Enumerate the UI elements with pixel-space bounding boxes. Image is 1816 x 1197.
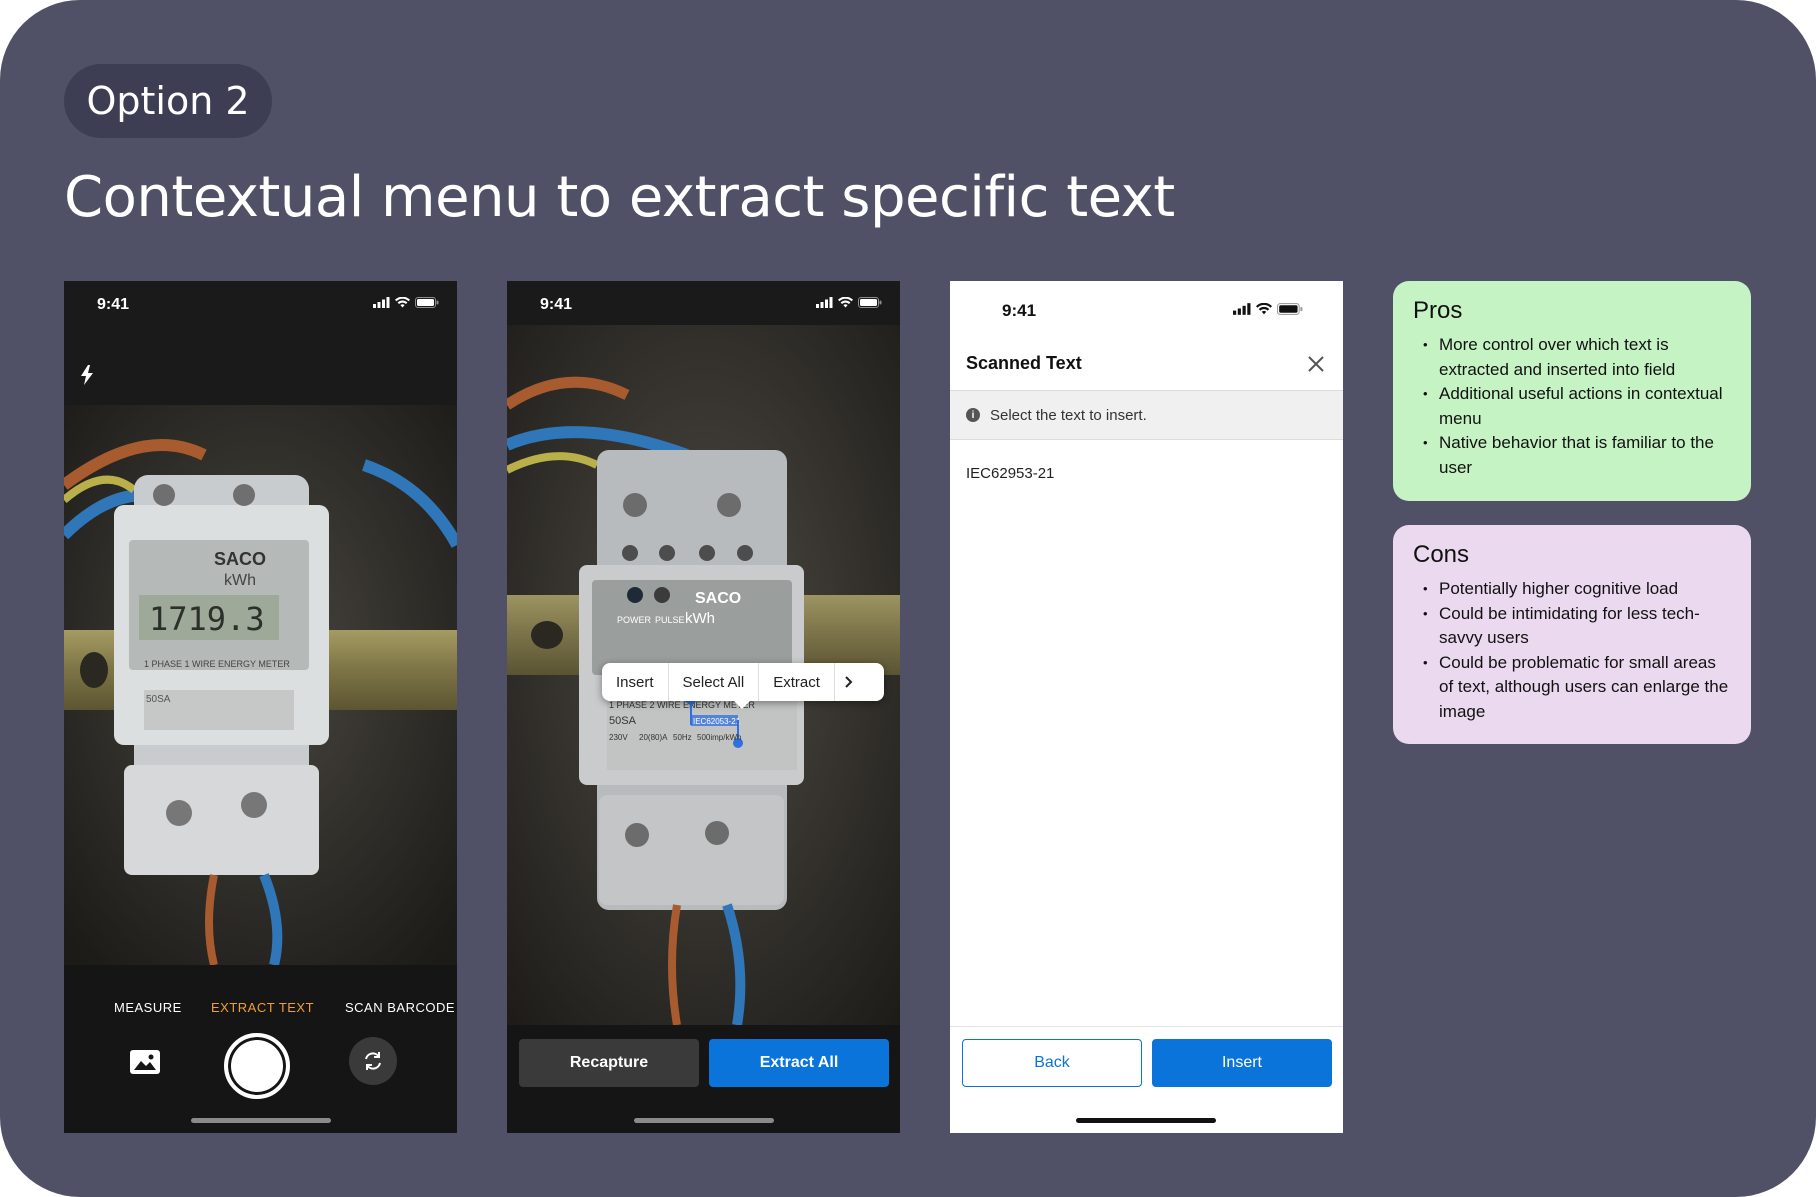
- signal-icon: [373, 297, 390, 308]
- mode-extract-text[interactable]: EXTRACT TEXT: [211, 1000, 314, 1015]
- cons-card: Cons Potentially higher cognitive load C…: [1393, 525, 1751, 744]
- meter-photo: SACO kWh 1719.3 1 PHASE 1 WIRE ENERGY ME…: [64, 405, 457, 965]
- footer-divider: [950, 1026, 1343, 1027]
- status-bar: 9:41: [64, 281, 457, 325]
- meter-spec-freq: 50Hz: [673, 733, 692, 742]
- extract-all-button[interactable]: Extract All: [709, 1039, 889, 1087]
- camera-controls: MEASURE EXTRACT TEXT SCAN BARCODE: [64, 965, 457, 1133]
- back-button[interactable]: Back: [962, 1039, 1142, 1087]
- battery-icon: [1277, 303, 1303, 315]
- mode-measure[interactable]: MEASURE: [114, 1000, 182, 1015]
- option-badge: Option 2: [64, 64, 272, 138]
- meter-standard-selected[interactable]: IEC62053-21: [693, 717, 741, 726]
- status-icons: [816, 297, 882, 308]
- recapture-button[interactable]: Recapture: [519, 1039, 699, 1087]
- battery-icon: [858, 297, 882, 308]
- signal-icon: [1233, 303, 1251, 315]
- meter-spec-imp: 500imp/kWh: [697, 733, 741, 742]
- meter-brand: SACO: [695, 590, 741, 607]
- context-extract[interactable]: Extract: [759, 663, 835, 701]
- pros-list: More control over which text is extracte…: [1413, 333, 1731, 480]
- context-menu: Insert Select All Extract: [602, 663, 884, 709]
- meter-label-power: POWER: [617, 615, 652, 625]
- meter-brand: SACO: [214, 549, 266, 569]
- pros-item: More control over which text is extracte…: [1423, 333, 1731, 382]
- cons-title: Cons: [1413, 541, 1470, 568]
- flash-icon[interactable]: [80, 365, 94, 385]
- cons-item: Could be intimidating for less tech-savv…: [1423, 602, 1731, 651]
- context-select-all[interactable]: Select All: [669, 663, 760, 701]
- wifi-icon: [1256, 303, 1272, 315]
- design-board: Option 2 Contextual menu to extract spec…: [0, 0, 1816, 1197]
- status-time: 9:41: [540, 296, 573, 313]
- meter-label-pulse: PULSE: [655, 615, 685, 625]
- cons-list: Potentially higher cognitive load Could …: [1413, 577, 1731, 724]
- close-icon[interactable]: [1307, 355, 1325, 373]
- meter-unit: kWh: [685, 610, 715, 627]
- cons-item: Potentially higher cognitive load: [1423, 577, 1731, 602]
- home-indicator: [634, 1118, 774, 1123]
- meter-display: 1719.3: [149, 600, 265, 638]
- cons-item: Could be problematic for small areas of …: [1423, 651, 1731, 725]
- camera-top-bar: [64, 325, 457, 406]
- phone-selection-screen: 9:41 SACO kWh POWER PULSE 1 PHASE 2 WIRE…: [507, 281, 900, 1133]
- shutter-button[interactable]: [224, 1033, 290, 1099]
- meter-line1: 1 PHASE 1 WIRE ENERGY METER: [144, 659, 290, 669]
- battery-icon: [415, 297, 439, 308]
- context-insert[interactable]: Insert: [602, 663, 669, 701]
- status-time: 9:41: [97, 296, 130, 313]
- pros-item: Native behavior that is familiar to the …: [1423, 431, 1731, 480]
- meter-model: 50SA: [146, 694, 171, 705]
- meter-spec-current: 20(80)A: [639, 733, 668, 742]
- pros-title: Pros: [1413, 297, 1463, 324]
- mode-scan-barcode[interactable]: SCAN BARCODE: [345, 1000, 455, 1015]
- scanned-text[interactable]: IEC62953-21: [966, 465, 1054, 482]
- home-indicator: [1076, 1118, 1216, 1123]
- status-icons: [1233, 303, 1303, 315]
- insert-button[interactable]: Insert: [1152, 1039, 1332, 1087]
- camera-viewfinder: SACO kWh 1719.3 1 PHASE 1 WIRE ENERGY ME…: [64, 405, 457, 965]
- page-title: Contextual menu to extract specific text: [64, 165, 1175, 230]
- wifi-icon: [838, 297, 853, 308]
- info-banner: i Select the text to insert.: [950, 390, 1343, 440]
- meter-spec-voltage: 230V: [609, 733, 628, 742]
- signal-icon: [816, 297, 833, 308]
- sheet-title: Scanned Text: [966, 353, 1082, 373]
- status-bar: 9:41: [507, 281, 900, 325]
- rotate-camera-icon: [365, 1052, 381, 1070]
- phone-scanned-text-screen: 9:41 Scanned Text i Select the text to i…: [950, 281, 1343, 1133]
- context-more[interactable]: [835, 663, 863, 701]
- switch-camera-button[interactable]: [349, 1037, 397, 1085]
- chevron-right-icon: [845, 676, 853, 688]
- home-indicator: [191, 1118, 331, 1123]
- info-text: Select the text to insert.: [990, 406, 1147, 424]
- info-icon: i: [966, 408, 980, 422]
- gallery-icon[interactable]: [130, 1050, 160, 1074]
- meter-unit: kWh: [224, 572, 256, 589]
- status-bar: 9:41: [950, 281, 1343, 325]
- wifi-icon: [395, 297, 410, 308]
- status-time: 9:41: [1002, 301, 1037, 320]
- pros-item: Additional useful actions in contextual …: [1423, 382, 1731, 431]
- pros-card: Pros More control over which text is ext…: [1393, 281, 1751, 501]
- meter-model: 50SA: [609, 715, 637, 727]
- phone-camera-screen: 9:41 SACO kWh 1719.3 1 PHASE 1 WIRE ENER…: [64, 281, 457, 1133]
- status-icons: [373, 297, 439, 308]
